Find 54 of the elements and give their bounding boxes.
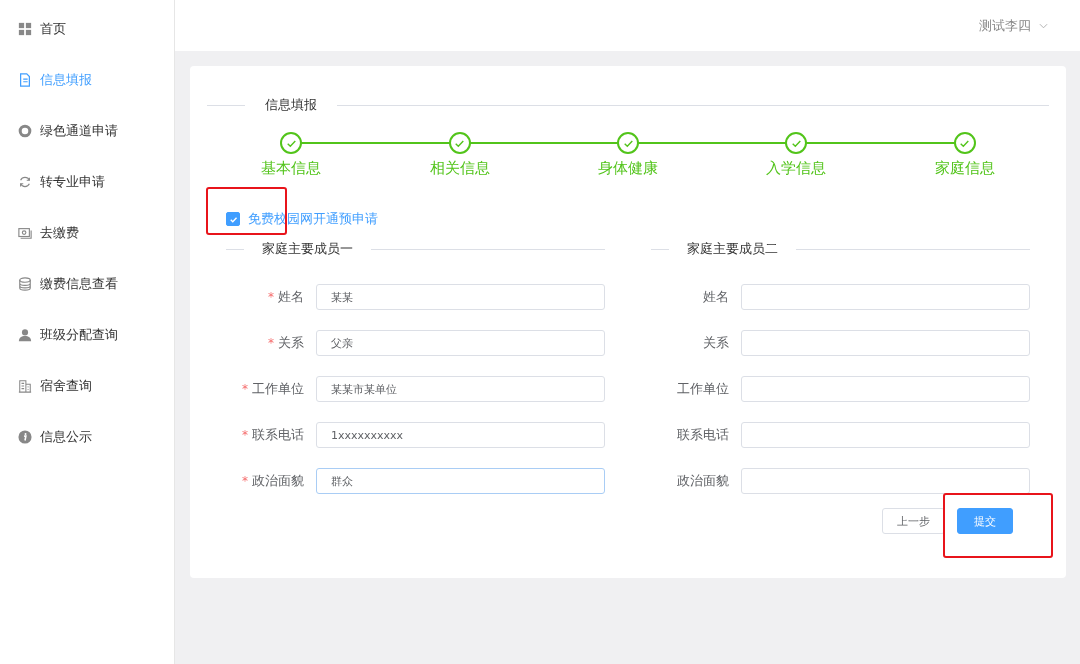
input-field[interactable]: [741, 422, 1030, 448]
input-field[interactable]: 父亲: [316, 330, 605, 356]
checkbox-box[interactable]: [226, 212, 240, 226]
database-icon: [18, 276, 32, 291]
field-label: 关系: [278, 335, 304, 350]
field-label: 工作单位: [252, 381, 304, 396]
input-field[interactable]: [741, 376, 1030, 402]
input-field[interactable]: 某某市某单位: [316, 376, 605, 402]
field-label: 联系电话: [677, 427, 729, 442]
sidebar-item[interactable]: 首页: [0, 3, 174, 54]
input-field[interactable]: 某某: [316, 284, 605, 310]
step-label: 基本信息: [261, 159, 322, 178]
required-mark: *: [268, 290, 274, 304]
sidebar-item[interactable]: 信息公示: [0, 411, 174, 462]
ring-icon: [18, 123, 32, 138]
input-field[interactable]: 1xxxxxxxxxx: [316, 422, 605, 448]
field-label: 关系: [703, 335, 729, 350]
banknote-icon: [18, 225, 32, 240]
sidebar-item[interactable]: 缴费信息查看: [0, 258, 174, 309]
field-label: 姓名: [703, 289, 729, 304]
field-label: 联系电话: [252, 427, 304, 442]
section-title: 家庭主要成员二: [686, 240, 779, 258]
input-field[interactable]: [741, 284, 1030, 310]
step-label: 相关信息: [429, 159, 490, 178]
chevron-down-icon[interactable]: [1039, 22, 1048, 29]
info-icon: [18, 429, 32, 444]
section-title: 信息填报: [264, 96, 318, 114]
step-label: 家庭信息: [934, 159, 995, 178]
sidebar-item[interactable]: 绿色通道申请: [0, 105, 174, 156]
document-icon: [18, 72, 32, 87]
field-label: 工作单位: [677, 381, 729, 396]
building-icon: [18, 378, 32, 393]
field-label: 政治面貌: [252, 473, 304, 488]
section-title: 家庭主要成员一: [261, 240, 354, 258]
field-label: 姓名: [278, 289, 304, 304]
refresh-icon: [18, 174, 32, 189]
step-label: 入学信息: [766, 159, 827, 178]
required-mark: *: [242, 474, 248, 488]
sidebar-item[interactable]: 转专业申请: [0, 156, 174, 207]
sidebar-item[interactable]: 去缴费: [0, 207, 174, 258]
user-menu[interactable]: 测试李四: [979, 16, 1048, 35]
sidebar-item[interactable]: 宿舍查询: [0, 360, 174, 411]
user-icon: [18, 327, 32, 342]
required-mark: *: [242, 428, 248, 442]
required-mark: *: [242, 382, 248, 396]
field-label: 政治面貌: [677, 473, 729, 488]
sidebar-item[interactable]: 班级分配查询: [0, 309, 174, 360]
grid-icon: [18, 21, 32, 36]
required-mark: *: [268, 336, 274, 350]
previous-button[interactable]: 上一步: [882, 508, 945, 534]
input-field[interactable]: 群众: [316, 468, 605, 494]
step-label: 身体健康: [598, 159, 658, 178]
input-field[interactable]: [741, 468, 1030, 494]
input-field[interactable]: [741, 330, 1030, 356]
